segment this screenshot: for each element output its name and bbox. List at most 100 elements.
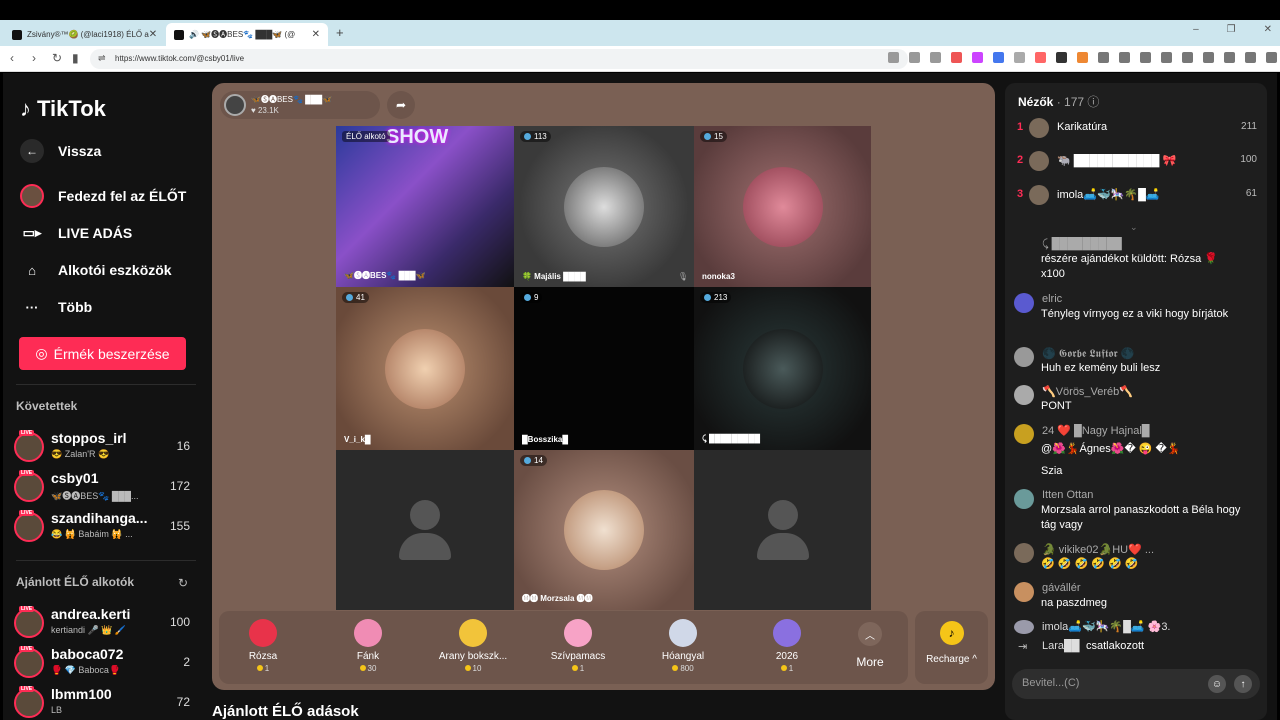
top-viewer-row[interactable]: 3 imola🛋️🐳🎠🌴█🛋️ 61 — [1017, 185, 1257, 205]
chat-user[interactable]: 🌑 𝕲𝖔𝖗𝖇𝖊 𝕷𝖚𝖋𝖙𝖔𝖗 🌑 — [1042, 347, 1135, 361]
site-info-icon[interactable]: ⇌ — [98, 53, 106, 64]
extension-icon[interactable] — [1014, 52, 1025, 63]
extension-icon[interactable] — [1077, 52, 1088, 63]
following-item[interactable]: LIVE stoppos_irl 😎 Zalan'R 😎 16 — [14, 430, 194, 466]
guest-cell[interactable]: 113 🍀 Majális ████ 🎙 — [514, 126, 694, 287]
top-viewer-row[interactable]: 2 🐃 ███████████ 🎀 100 — [1017, 151, 1257, 171]
recommended-item[interactable]: LIVE baboca072 🥊 💎 Baboca🥊 2 — [14, 646, 194, 682]
bookmark-icon[interactable]: ▮ — [72, 51, 79, 65]
viewers-header[interactable]: Nézők · 177 ⓘ — [1018, 93, 1099, 110]
guest-cell[interactable]: 213 ⤹ █████████ — [694, 287, 871, 450]
nav-live-broadcast[interactable]: ▭▸ LIVE ADÁS — [20, 221, 133, 245]
host-avatar — [224, 94, 246, 116]
gift-item[interactable]: Hóangyal 800 — [633, 611, 733, 684]
puzzle-icon[interactable] — [1119, 52, 1130, 63]
rewards-icon[interactable] — [972, 52, 983, 63]
avatar[interactable] — [1014, 347, 1034, 367]
chat-user[interactable]: 🐊 vikike02🐊HU❤️ ... — [1042, 543, 1154, 556]
chat-user[interactable]: 24 ❤️ █Nagy Hajnal█ — [1042, 424, 1150, 437]
close-window-icon[interactable]: ✕ — [1264, 24, 1272, 35]
close-tab-icon[interactable]: ✕ — [149, 29, 157, 40]
more-gifts-button[interactable]: ︿ More — [846, 622, 894, 669]
tiktok-logo[interactable]: ♪ TikTok — [20, 96, 106, 122]
following-item[interactable]: LIVE szandihanga... 😂 🙀 Babáim 🙀 ... 155 — [14, 510, 194, 546]
empty-guest-slot[interactable] — [694, 450, 871, 610]
wallet-icon[interactable] — [1203, 52, 1214, 63]
gift-item[interactable]: Szívpamacs 1 — [528, 611, 628, 684]
leo-icon[interactable] — [1224, 52, 1235, 63]
guest-cell[interactable]: 15 nonoka3 — [694, 126, 871, 287]
avatar[interactable] — [1014, 424, 1034, 444]
reload-icon[interactable]: ↻ — [52, 51, 62, 65]
guest-cell[interactable]: 41 V_i_k█ — [336, 287, 514, 450]
send-icon[interactable]: ↑ — [1234, 675, 1252, 693]
chat-user[interactable]: imola🛋️🐳🎠🌴█🛋️ 🌸3. — [1042, 620, 1171, 633]
url-text: https://www.tiktok.com/@csby01/live — [115, 54, 245, 63]
extension-icon[interactable] — [1056, 52, 1067, 63]
brave-shield-icon[interactable] — [951, 52, 962, 63]
browser-tab-2[interactable]: 🔊 🦋🅢🅐BES🐾 ███🦋 (@ ✕ — [166, 23, 328, 46]
extension-icon[interactable] — [1035, 52, 1046, 63]
avatar[interactable] — [1014, 620, 1034, 634]
gift-item[interactable]: Fánk 30 — [318, 611, 418, 684]
nav-more[interactable]: ··· Több — [20, 295, 93, 319]
sidebar-icon[interactable] — [1182, 52, 1193, 63]
extension-icon[interactable] — [1140, 52, 1151, 63]
chat-user[interactable]: elric — [1042, 293, 1062, 305]
avatar[interactable] — [1014, 582, 1034, 602]
back-button[interactable]: ← Vissza — [20, 139, 101, 163]
share-button[interactable]: ➦ — [387, 91, 415, 119]
extension-icon[interactable] — [888, 52, 899, 63]
url-field[interactable]: ⇌ https://www.tiktok.com/@csby01/live — [90, 49, 908, 69]
chat-user[interactable]: Lara██ — [1042, 640, 1080, 652]
minimize-icon[interactable]: – — [1193, 24, 1199, 35]
gift-item[interactable]: 2026 1 — [737, 611, 837, 684]
chat-user[interactable]: gávállér — [1042, 582, 1081, 594]
new-tab-icon[interactable]: + — [336, 25, 344, 40]
get-coins-button[interactable]: ◎ Érmék beszerzése — [19, 337, 186, 370]
host-info[interactable]: 🦋🅢🅐BES🐾 ███🦋 ♥ 23.1K — [220, 91, 380, 119]
gift-item[interactable]: Rózsa 1 — [213, 611, 313, 684]
chat-user[interactable]: ⤹ █████████ — [1042, 238, 1122, 251]
menu-icon[interactable] — [1266, 52, 1277, 63]
user-sub: 🥊 💎 Baboca🥊 — [51, 665, 121, 675]
guest-cell[interactable]: 14 🅜🅜 Morzsala 🅜🅜 — [514, 450, 694, 610]
emoji-icon[interactable]: ☺ — [1208, 675, 1226, 693]
nav-creator-tools[interactable]: ⌂ Alkotói eszközök — [20, 258, 172, 282]
gift-price: 30 — [318, 664, 418, 673]
zoom-icon[interactable] — [909, 52, 920, 63]
avatar — [14, 472, 44, 502]
share-icon[interactable] — [930, 52, 941, 63]
guest-cell[interactable]: 9 █Bosszika█ — [514, 287, 694, 450]
chat-input[interactable]: Bevitel...(C) ☺ ↑ — [1012, 669, 1260, 699]
avatar[interactable] — [1014, 385, 1034, 405]
recommended-item[interactable]: LIVE andrea.kerti kertiandi 🎤 👑 🖌️ 100 — [14, 606, 194, 642]
restore-icon[interactable]: ❐ — [1227, 24, 1236, 35]
extension-icon[interactable] — [1098, 52, 1109, 63]
forward-arrow-icon[interactable]: › — [32, 51, 36, 65]
refresh-icon[interactable]: ↻ — [178, 576, 188, 590]
gift-item[interactable]: Arany bokszk... 10 — [423, 611, 523, 684]
browser-tab-1[interactable]: Zsivány®™🥝 (@laci1918) ÉLŐ a ✕ — [4, 23, 162, 46]
translate-icon[interactable] — [993, 52, 1004, 63]
following-item[interactable]: LIVE csby01 🦋🅢🅐BES🐾 ███... 172 — [14, 470, 194, 506]
avatar[interactable] — [1014, 293, 1034, 313]
empty-guest-slot[interactable] — [336, 450, 514, 610]
top-viewer-row[interactable]: 1 Karikatúra 211 — [1017, 118, 1257, 138]
expand-chevron-icon[interactable]: ⌄ — [1130, 222, 1138, 233]
vpn-icon[interactable] — [1245, 52, 1256, 63]
chat-user[interactable]: Itten Ottan — [1042, 489, 1093, 501]
guest-cell-host[interactable]: SHOW ÉLŐ alkotó 🦋🅢🅐BES🐾 ███🦋 — [336, 126, 514, 287]
help-icon[interactable]: ⓘ — [1087, 95, 1099, 109]
recommended-item[interactable]: LIVE lbmm100 LB 72 — [14, 686, 194, 720]
avatar[interactable] — [1014, 489, 1034, 509]
music-icon[interactable] — [1161, 52, 1172, 63]
user-name: szandihanga... — [51, 510, 148, 526]
nav-explore-live[interactable]: Fedezd fel az ÉLŐT — [20, 184, 186, 208]
recharge-button[interactable]: ♪ Recharge ^ — [915, 611, 988, 684]
viewer-count: 100 — [169, 615, 190, 629]
avatar[interactable] — [1014, 543, 1034, 563]
back-arrow-icon[interactable]: ‹ — [10, 51, 14, 65]
chat-user[interactable]: 🪓Vörös_Veréb🪓 — [1042, 385, 1133, 398]
close-tab-icon[interactable]: ✕ — [312, 29, 320, 40]
